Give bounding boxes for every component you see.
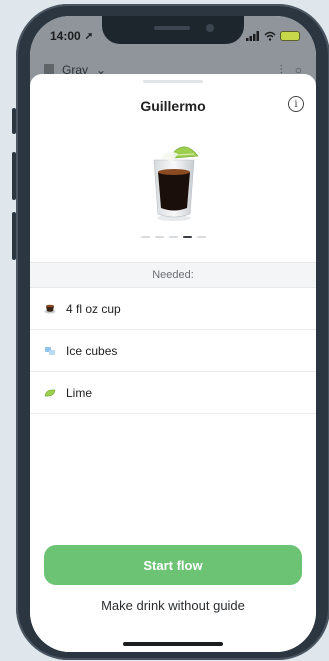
status-time: 14:00 ➚ [50, 29, 93, 43]
battery-charging-icon [280, 31, 300, 41]
carousel-dot-active[interactable] [182, 236, 192, 238]
drink-title: Guillermo [140, 98, 206, 114]
item-label: Ice cubes [66, 343, 118, 358]
phone-screen: 14:00 ➚ Gray ⌄ ⫶ ○ Guillermo i Needed: 4… [30, 16, 316, 652]
notch [102, 16, 244, 44]
item-label: Lime [66, 385, 93, 400]
list-item: Lime [30, 372, 316, 414]
home-indicator[interactable] [123, 642, 223, 646]
carousel-dot[interactable] [154, 236, 164, 238]
status-icons [246, 31, 300, 41]
drink-image [153, 146, 199, 221]
cellular-signal-icon [246, 31, 259, 41]
time-text: 14:00 [50, 29, 81, 43]
camera [206, 24, 214, 32]
make-drink-without-guide-link[interactable]: Make drink without guide [30, 598, 316, 613]
list-item: Ice cubes [30, 330, 316, 372]
info-icon: i [294, 98, 298, 110]
drink-detail-sheet: Guillermo i Needed: 4 fl oz cup Ice cube… [30, 74, 316, 652]
carousel-dot[interactable] [196, 236, 206, 238]
volume-up-button [12, 152, 16, 200]
wifi-icon [264, 31, 276, 41]
carousel-dot[interactable] [140, 236, 150, 238]
mute-switch [12, 108, 16, 134]
speaker [154, 26, 190, 30]
cup-icon [44, 304, 56, 314]
carousel-indicator [30, 236, 316, 238]
needed-section-header: Needed: [30, 262, 316, 288]
needed-label: Needed: [152, 269, 194, 281]
needed-items-list: 4 fl oz cup Ice cubes Lime [30, 288, 316, 414]
sheet-grabber[interactable] [143, 80, 203, 83]
list-item: 4 fl oz cup [30, 288, 316, 330]
volume-down-button [12, 212, 16, 260]
ice-cube-icon [44, 346, 56, 356]
start-flow-button[interactable]: Start flow [44, 545, 302, 585]
item-label: 4 fl oz cup [66, 301, 121, 316]
carousel-dot[interactable] [168, 236, 178, 238]
info-button[interactable]: i [288, 96, 304, 112]
location-arrow-icon: ➚ [84, 30, 94, 42]
lime-icon [44, 388, 56, 398]
